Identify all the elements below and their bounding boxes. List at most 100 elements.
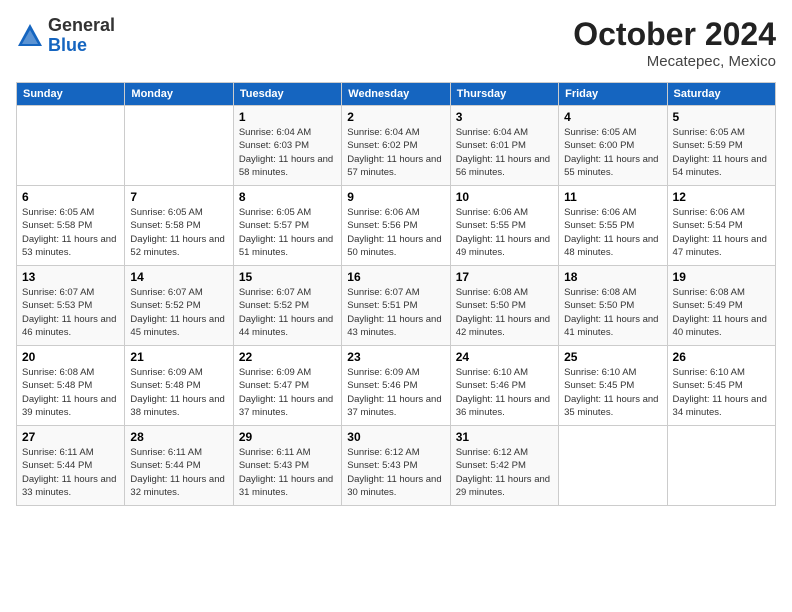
day-number: 28 [130, 430, 227, 444]
day-detail: Sunrise: 6:07 AM Sunset: 5:52 PM Dayligh… [130, 286, 227, 339]
day-number: 29 [239, 430, 336, 444]
day-number: 19 [673, 270, 770, 284]
day-detail: Sunrise: 6:10 AM Sunset: 5:45 PM Dayligh… [673, 366, 770, 419]
day-number: 9 [347, 190, 444, 204]
day-number: 6 [22, 190, 119, 204]
calendar-cell [125, 106, 233, 186]
weekday-header: Friday [559, 83, 667, 106]
day-detail: Sunrise: 6:12 AM Sunset: 5:42 PM Dayligh… [456, 446, 553, 499]
day-detail: Sunrise: 6:07 AM Sunset: 5:52 PM Dayligh… [239, 286, 336, 339]
calendar-cell: 2 Sunrise: 6:04 AM Sunset: 6:02 PM Daylig… [342, 106, 450, 186]
logo-icon [16, 22, 44, 50]
day-detail: Sunrise: 6:05 AM Sunset: 5:58 PM Dayligh… [22, 206, 119, 259]
calendar-cell: 16 Sunrise: 6:07 AM Sunset: 5:51 PM Dayli… [342, 266, 450, 346]
calendar-cell: 30Sunrise: 6:12 AM Sunset: 5:43 PM Dayli… [342, 426, 450, 506]
day-number: 11 [564, 190, 661, 204]
weekday-header: Sunday [17, 83, 125, 106]
title-block: October 2024 Mecatepec, Mexico [573, 16, 776, 70]
calendar-cell: 15 Sunrise: 6:07 AM Sunset: 5:52 PM Dayli… [233, 266, 341, 346]
day-number: 1 [239, 110, 336, 124]
day-detail: Sunrise: 6:09 AM Sunset: 5:47 PM Dayligh… [239, 366, 336, 419]
calendar-cell [559, 426, 667, 506]
calendar-cell: 26 Sunrise: 6:10 AM Sunset: 5:45 PM Dayli… [667, 346, 775, 426]
weekday-header: Thursday [450, 83, 558, 106]
day-detail: Sunrise: 6:07 AM Sunset: 5:51 PM Dayligh… [347, 286, 444, 339]
day-number: 3 [456, 110, 553, 124]
day-number: 30 [347, 430, 444, 444]
day-detail: Sunrise: 6:06 AM Sunset: 5:56 PM Dayligh… [347, 206, 444, 259]
calendar-cell: 11 Sunrise: 6:06 AM Sunset: 5:55 PM Dayli… [559, 186, 667, 266]
day-detail: Sunrise: 6:06 AM Sunset: 5:55 PM Dayligh… [564, 206, 661, 259]
calendar-cell: 20 Sunrise: 6:08 AM Sunset: 5:48 PM Dayli… [17, 346, 125, 426]
logo-blue: Blue [48, 35, 87, 55]
day-detail: Sunrise: 6:05 AM Sunset: 5:59 PM Dayligh… [673, 126, 770, 179]
day-detail: Sunrise: 6:08 AM Sunset: 5:48 PM Dayligh… [22, 366, 119, 419]
calendar-cell: 5Sunrise: 6:05 AM Sunset: 5:59 PM Daylig… [667, 106, 775, 186]
calendar-cell: 8 Sunrise: 6:05 AM Sunset: 5:57 PM Daylig… [233, 186, 341, 266]
calendar-cell: 3 Sunrise: 6:04 AM Sunset: 6:01 PM Daylig… [450, 106, 558, 186]
day-detail: Sunrise: 6:08 AM Sunset: 5:50 PM Dayligh… [564, 286, 661, 339]
day-detail: Sunrise: 6:04 AM Sunset: 6:03 PM Dayligh… [239, 126, 336, 179]
calendar-week-row: 13Sunrise: 6:07 AM Sunset: 5:53 PM Dayli… [17, 266, 776, 346]
calendar-week-row: 27 Sunrise: 6:11 AM Sunset: 5:44 PM Dayli… [17, 426, 776, 506]
logo-general: General [48, 15, 115, 35]
day-detail: Sunrise: 6:05 AM Sunset: 6:00 PM Dayligh… [564, 126, 661, 179]
day-number: 21 [130, 350, 227, 364]
calendar-cell: 6 Sunrise: 6:05 AM Sunset: 5:58 PM Daylig… [17, 186, 125, 266]
calendar-cell: 27Sunrise: 6:11 AM Sunset: 5:44 PM Dayli… [17, 426, 125, 506]
calendar-cell: 14 Sunrise: 6:07 AM Sunset: 5:52 PM Dayli… [125, 266, 233, 346]
weekday-header: Tuesday [233, 83, 341, 106]
calendar-cell: 29Sunrise: 6:11 AM Sunset: 5:43 PM Dayli… [233, 426, 341, 506]
weekday-header: Saturday [667, 83, 775, 106]
day-number: 26 [673, 350, 770, 364]
calendar-cell: 28 Sunrise: 6:11 AM Sunset: 5:44 PM Dayli… [125, 426, 233, 506]
day-number: 8 [239, 190, 336, 204]
day-number: 24 [456, 350, 553, 364]
calendar-week-row: 1 Sunrise: 6:04 AM Sunset: 6:03 PM Daylig… [17, 106, 776, 186]
month-year: October 2024 [573, 16, 776, 53]
day-number: 10 [456, 190, 553, 204]
day-number: 12 [673, 190, 770, 204]
day-detail: Sunrise: 6:04 AM Sunset: 6:02 PM Dayligh… [347, 126, 444, 179]
day-number: 4 [564, 110, 661, 124]
day-detail: Sunrise: 6:09 AM Sunset: 5:48 PM Dayligh… [130, 366, 227, 419]
calendar-cell: 24 Sunrise: 6:10 AM Sunset: 5:46 PM Dayli… [450, 346, 558, 426]
calendar-cell: 7Sunrise: 6:05 AM Sunset: 5:58 PM Daylig… [125, 186, 233, 266]
day-number: 16 [347, 270, 444, 284]
day-detail: Sunrise: 6:04 AM Sunset: 6:01 PM Dayligh… [456, 126, 553, 179]
weekday-header: Wednesday [342, 83, 450, 106]
day-number: 15 [239, 270, 336, 284]
calendar-week-row: 6 Sunrise: 6:05 AM Sunset: 5:58 PM Daylig… [17, 186, 776, 266]
calendar-cell: 31Sunrise: 6:12 AM Sunset: 5:42 PM Dayli… [450, 426, 558, 506]
day-number: 2 [347, 110, 444, 124]
calendar-cell: 1 Sunrise: 6:04 AM Sunset: 6:03 PM Daylig… [233, 106, 341, 186]
calendar-cell [17, 106, 125, 186]
day-number: 18 [564, 270, 661, 284]
day-detail: Sunrise: 6:10 AM Sunset: 5:46 PM Dayligh… [456, 366, 553, 419]
weekday-header: Monday [125, 83, 233, 106]
calendar-cell: 17 Sunrise: 6:08 AM Sunset: 5:50 PM Dayli… [450, 266, 558, 346]
location: Mecatepec, Mexico [573, 53, 776, 70]
day-number: 14 [130, 270, 227, 284]
calendar-cell: 13Sunrise: 6:07 AM Sunset: 5:53 PM Dayli… [17, 266, 125, 346]
day-number: 27 [22, 430, 119, 444]
day-number: 20 [22, 350, 119, 364]
day-number: 22 [239, 350, 336, 364]
calendar-cell: 10Sunrise: 6:06 AM Sunset: 5:55 PM Dayli… [450, 186, 558, 266]
day-number: 17 [456, 270, 553, 284]
calendar-cell: 22 Sunrise: 6:09 AM Sunset: 5:47 PM Dayli… [233, 346, 341, 426]
calendar-cell: 9 Sunrise: 6:06 AM Sunset: 5:56 PM Daylig… [342, 186, 450, 266]
day-number: 7 [130, 190, 227, 204]
day-detail: Sunrise: 6:11 AM Sunset: 5:44 PM Dayligh… [130, 446, 227, 499]
calendar-cell: 4 Sunrise: 6:05 AM Sunset: 6:00 PM Daylig… [559, 106, 667, 186]
calendar-cell: 21 Sunrise: 6:09 AM Sunset: 5:48 PM Dayli… [125, 346, 233, 426]
day-detail: Sunrise: 6:05 AM Sunset: 5:57 PM Dayligh… [239, 206, 336, 259]
calendar-table: SundayMondayTuesdayWednesdayThursdayFrid… [16, 82, 776, 506]
calendar-week-row: 20 Sunrise: 6:08 AM Sunset: 5:48 PM Dayli… [17, 346, 776, 426]
calendar-cell: 25Sunrise: 6:10 AM Sunset: 5:45 PM Dayli… [559, 346, 667, 426]
day-number: 23 [347, 350, 444, 364]
day-number: 25 [564, 350, 661, 364]
calendar-cell [667, 426, 775, 506]
day-detail: Sunrise: 6:08 AM Sunset: 5:50 PM Dayligh… [456, 286, 553, 339]
calendar-cell: 12Sunrise: 6:06 AM Sunset: 5:54 PM Dayli… [667, 186, 775, 266]
